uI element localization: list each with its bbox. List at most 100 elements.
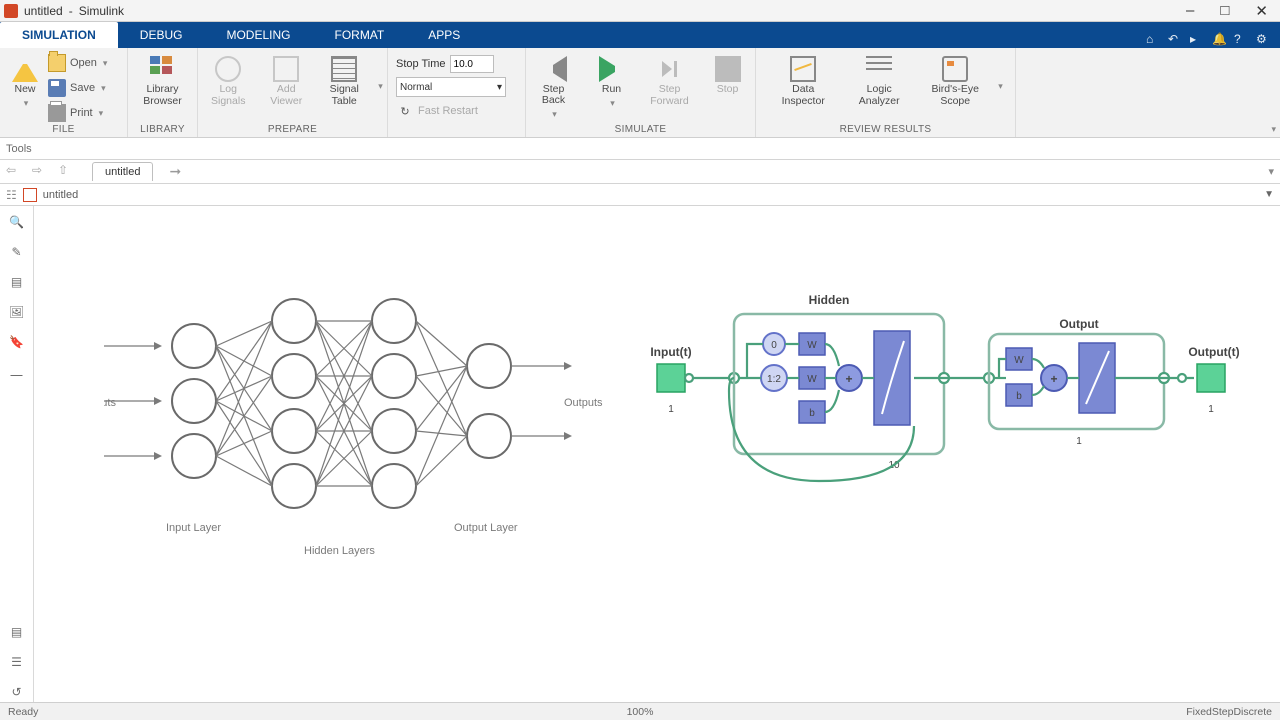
print-button[interactable]: Print▾	[48, 102, 107, 124]
viewmark-icon[interactable]: 🔖	[7, 332, 27, 352]
birds-eye-icon	[942, 56, 968, 82]
sim-mode-select[interactable]: Normal▾	[396, 77, 506, 97]
area-icon[interactable]: ▤	[7, 272, 27, 292]
stoptime-input[interactable]	[450, 55, 494, 73]
save-button[interactable]: Save▾	[48, 77, 107, 99]
tab-arrow-icon: ➞	[169, 163, 181, 180]
tab-debug[interactable]: DEBUG	[118, 22, 205, 48]
tab-modeling[interactable]: MODELING	[204, 22, 312, 48]
chevron-down-icon[interactable]: ▾	[610, 98, 615, 109]
left-palette: 🔍 ✎ ▤ 🖼 🔖 ⎼ ▤ ☰ ↺	[0, 206, 34, 702]
nn-schematic-diagram: Inputs Outputs Input Layer Hidden Layers…	[104, 286, 624, 589]
chevron-down-icon[interactable]: ▾	[99, 108, 104, 119]
redo-icon[interactable]: ▸	[1190, 32, 1206, 48]
library-browser-button[interactable]: Library Browser	[137, 52, 189, 120]
model-path[interactable]: untitled	[43, 189, 78, 201]
output-index: 1	[1076, 436, 1082, 447]
logic-analyzer-icon	[866, 56, 892, 82]
step-back-icon	[541, 56, 567, 82]
tools-label: Tools	[6, 143, 32, 155]
group-file-label: FILE	[52, 124, 74, 135]
ribbon-collapse-icon[interactable]: ▾	[1271, 124, 1276, 135]
nn-outputlayer-label: Output Layer	[454, 522, 518, 534]
refresh-icon[interactable]: ↺	[7, 682, 27, 702]
ribbon: New ▾ Open▾ Save▾ Print▾ FILE Library Br…	[0, 48, 1280, 138]
svg-text:+: +	[1050, 372, 1057, 386]
input-index: 1	[668, 404, 674, 415]
fast-restart-button[interactable]: ↻ Fast Restart	[396, 100, 478, 122]
open-button[interactable]: Open▾	[48, 52, 107, 74]
input-block[interactable]	[657, 364, 685, 392]
output-block[interactable]	[1197, 364, 1225, 392]
undo-icon[interactable]: ↶	[1168, 32, 1184, 48]
signal-table-icon	[331, 56, 357, 82]
model-canvas[interactable]: Inputs Outputs Input Layer Hidden Layers…	[34, 206, 1280, 702]
logic-analyzer-button[interactable]: Logic Analyzer	[844, 52, 914, 120]
svg-text:W: W	[807, 374, 817, 385]
signal-table-button[interactable]: Signal Table	[318, 52, 370, 120]
chevron-down-icon[interactable]: ▾	[24, 98, 29, 109]
tabbar-menu-icon[interactable]: ▾	[1268, 165, 1274, 178]
model-tab[interactable]: untitled	[92, 162, 153, 181]
window-title-app: Simulink	[79, 4, 124, 18]
list-icon[interactable]: ☰	[7, 652, 27, 672]
step-forward-icon	[657, 56, 683, 82]
run-icon	[599, 56, 625, 82]
nav-up-button[interactable]: ⇧	[58, 163, 76, 181]
svg-text:W: W	[807, 340, 817, 351]
add-viewer-button[interactable]: Add Viewer	[260, 52, 312, 120]
nn-inputlayer-label: Input Layer	[166, 522, 221, 534]
input-block-label: Input(t)	[650, 345, 691, 359]
group-review-label: REVIEW RESULTS	[840, 124, 932, 135]
group-simulate-label: SIMULATE	[615, 124, 667, 135]
chevron-down-icon[interactable]: ▾	[998, 81, 1003, 92]
simulink-nn-diagram: Hidden Output Input(t) 1 10 0 1:2	[634, 286, 1274, 539]
status-solver[interactable]: FixedStepDiscrete	[1186, 706, 1272, 718]
status-zoom[interactable]: 100%	[627, 706, 654, 718]
chevron-down-icon[interactable]: ▾	[103, 58, 108, 69]
notif-icon[interactable]: 🔔	[1212, 32, 1228, 48]
birds-eye-scope-button[interactable]: Bird's-Eye Scope	[920, 52, 990, 120]
run-button[interactable]: Run▾	[586, 52, 638, 120]
stoptime-label: Stop Time	[396, 58, 446, 70]
group-library-label: LIBRARY	[140, 124, 185, 135]
property-icon[interactable]: ▤	[7, 622, 27, 642]
chevron-down-icon[interactable]: ▾	[378, 81, 383, 92]
svg-text:1:2: 1:2	[767, 374, 781, 385]
maximize-button[interactable]: □	[1212, 2, 1237, 20]
tab-simulation[interactable]: SIMULATION	[0, 22, 118, 48]
svg-text:W: W	[1014, 355, 1024, 366]
new-button[interactable]: New ▾	[8, 52, 42, 120]
data-inspector-button[interactable]: Data Inspector	[768, 52, 838, 120]
svg-text:0: 0	[771, 340, 777, 351]
annotation-icon[interactable]: ✎	[7, 242, 27, 262]
svg-text:+: +	[845, 372, 852, 386]
chevron-down-icon[interactable]: ▾	[552, 109, 557, 120]
step-back-button[interactable]: Step Back▾	[528, 52, 580, 120]
chevron-down-icon[interactable]: ▾	[101, 83, 106, 94]
help-icon[interactable]: ?	[1234, 32, 1250, 48]
image-icon[interactable]: 🖼	[7, 302, 27, 322]
tab-apps[interactable]: APPS	[406, 22, 482, 48]
tab-format[interactable]: FORMAT	[312, 22, 406, 48]
window-title-doc: untitled	[24, 4, 63, 18]
save-icon	[48, 79, 66, 97]
stop-button[interactable]: Stop	[702, 52, 754, 120]
minimize-button[interactable]: ‒	[1178, 2, 1202, 20]
line-icon[interactable]: ⎼	[7, 362, 27, 382]
model-hierarchy-icon[interactable]: ☷	[6, 188, 17, 202]
nn-hiddenlayers-label: Hidden Layers	[304, 545, 375, 557]
gear-icon[interactable]: ⚙	[1256, 32, 1272, 48]
print-icon	[48, 104, 66, 122]
nav-forward-button[interactable]: ⇨	[32, 163, 50, 181]
address-dropdown-icon[interactable]: ▼	[1264, 189, 1274, 200]
add-viewer-icon	[273, 56, 299, 82]
step-forward-button[interactable]: Step Forward	[644, 52, 696, 120]
close-button[interactable]: ✕	[1247, 2, 1276, 20]
home-icon[interactable]: ⌂	[1146, 32, 1162, 48]
status-bar: Ready 100% FixedStepDiscrete	[0, 702, 1280, 720]
svg-text:b: b	[1016, 391, 1022, 402]
zoom-fit-icon[interactable]: 🔍	[7, 212, 27, 232]
log-signals-button[interactable]: Log Signals	[202, 52, 254, 120]
nav-back-button[interactable]: ⇦	[6, 163, 24, 181]
